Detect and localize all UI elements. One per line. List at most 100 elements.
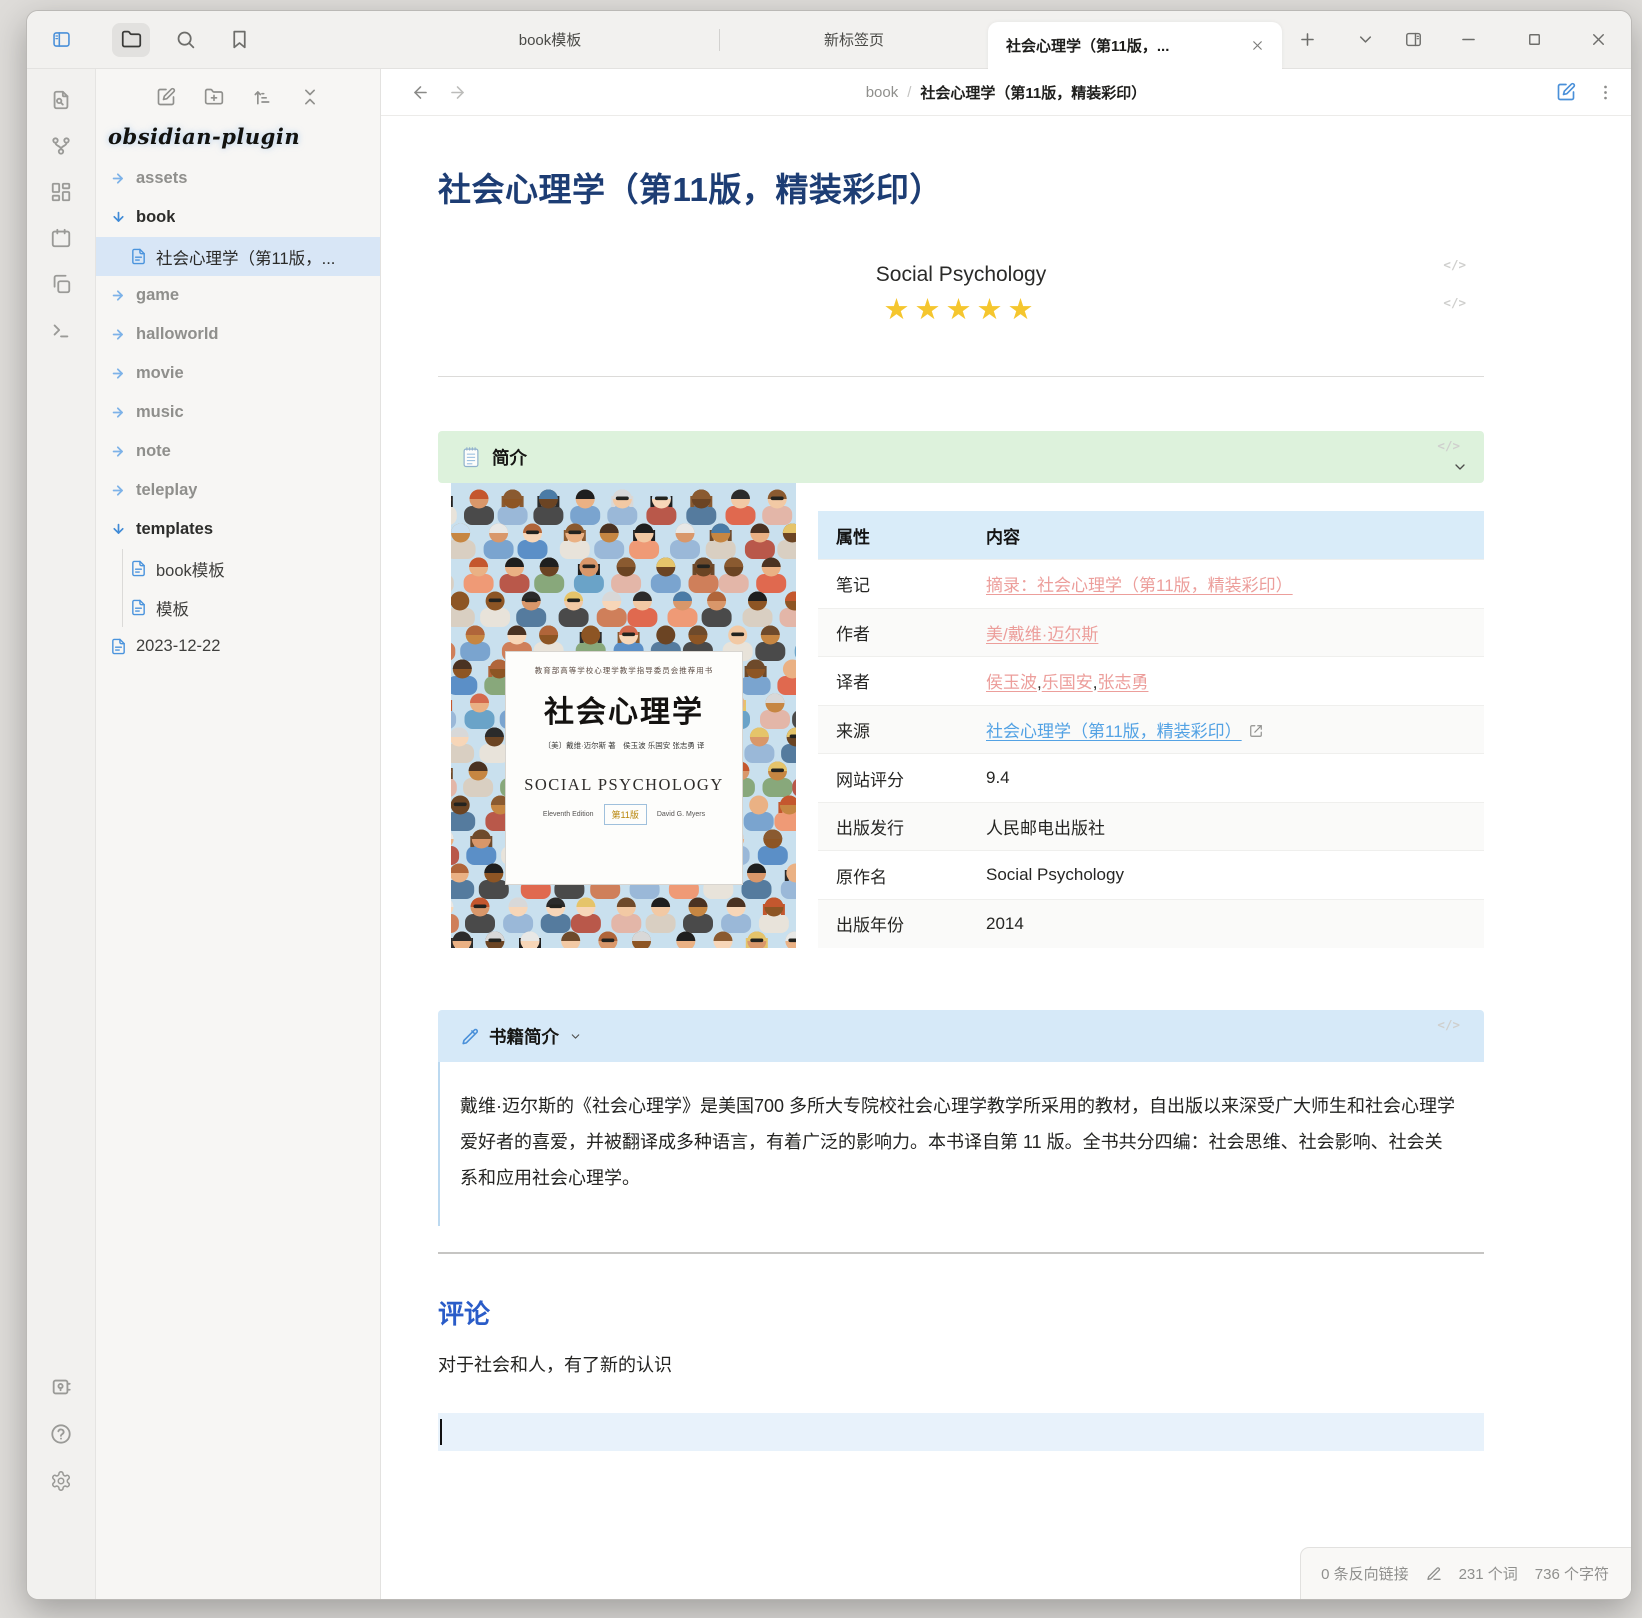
tree-item-file[interactable]: book模板	[96, 549, 380, 588]
new-folder-icon[interactable]	[194, 83, 234, 111]
file-explorer: obsidian-plugin assetsbook社会心理学（第11版，...…	[96, 69, 381, 1599]
table-row: 网站评分9.4	[818, 754, 1484, 803]
chevron-down-icon[interactable]	[569, 1030, 582, 1043]
search-icon[interactable]	[166, 23, 204, 57]
new-tab-icon[interactable]	[1288, 22, 1326, 56]
templates-icon[interactable]	[42, 261, 80, 307]
tree-item-folder[interactable]: game	[96, 276, 380, 315]
tree-item-folder[interactable]: assets	[96, 159, 380, 198]
property-label: 作者	[818, 608, 968, 657]
tree-item-folder[interactable]: movie	[96, 354, 380, 393]
folder-icon[interactable]	[112, 23, 150, 57]
cover-authors: 〔美〕戴维·迈尔斯 著 侯玉波 乐国安 张志勇 译	[506, 740, 742, 751]
cover-author-right: David G. Myers	[657, 811, 705, 818]
vault-switcher-icon[interactable]	[42, 1363, 80, 1410]
close-icon[interactable]	[1579, 22, 1617, 56]
edit-code-block-icon[interactable]: </>	[1437, 438, 1460, 453]
tab-label: 社会心理学（第11版，...	[1006, 35, 1244, 56]
collapse-all-icon[interactable]	[290, 83, 330, 111]
property-label: 来源	[818, 705, 968, 754]
terminal-icon[interactable]	[42, 307, 80, 353]
tab-new[interactable]: 新标签页	[720, 10, 988, 68]
help-icon[interactable]	[42, 1410, 80, 1457]
value-text: 2014	[986, 914, 1024, 933]
maximize-icon[interactable]	[1515, 22, 1553, 56]
toggle-left-sidebar-icon[interactable]	[43, 23, 81, 57]
external-link[interactable]: 社会心理学（第11版，精装彩印）	[986, 722, 1242, 741]
pencil-icon	[460, 1027, 479, 1046]
property-value: 侯玉波,乐国安,张志勇	[968, 657, 1484, 706]
internal-link[interactable]: 侯玉波	[986, 673, 1037, 692]
internal-link[interactable]: 张志勇	[1097, 673, 1148, 692]
divider	[438, 1252, 1484, 1254]
property-label: 出版年份	[818, 899, 968, 948]
tree-item-file[interactable]: 社会心理学（第11版，...	[96, 237, 380, 276]
cover-edition-badge: 第11版	[604, 804, 647, 825]
bookmark-icon[interactable]	[220, 23, 258, 57]
tree-item-folder[interactable]: teleplay	[96, 471, 380, 510]
tab-book-template[interactable]: book模板	[381, 10, 719, 68]
forward-icon[interactable]	[448, 83, 467, 102]
edit-code-block-icon[interactable]: </>	[1443, 257, 1466, 272]
vault-title[interactable]: obsidian-plugin	[108, 124, 380, 149]
minimize-icon[interactable]	[1449, 22, 1487, 56]
tree-item-label: templates	[136, 520, 213, 539]
toggle-right-sidebar-icon[interactable]	[1394, 22, 1432, 56]
internal-link[interactable]: 摘录：社会心理学（第11版，精装彩印）	[986, 576, 1293, 595]
tree-item-label: 模板	[156, 596, 189, 620]
edit-code-block-icon[interactable]: </>	[1437, 1017, 1460, 1032]
tree-item-file[interactable]: 模板	[96, 588, 380, 627]
back-icon[interactable]	[411, 83, 430, 102]
tab-list-chevron-icon[interactable]	[1346, 22, 1384, 56]
close-icon[interactable]	[1244, 33, 1270, 59]
tree-item-folder[interactable]: note	[96, 432, 380, 471]
more-options-icon[interactable]	[1596, 83, 1615, 102]
quick-switcher-icon[interactable]	[42, 77, 80, 123]
table-header: 属性	[818, 511, 968, 560]
book-intro-text: 戴维·迈尔斯的《社会心理学》是美国700 多所大专院校社会心理学教学所采用的教材…	[438, 1062, 1484, 1226]
status-bar: 0 条反向链接 231 个词 736 个字符	[1300, 1547, 1631, 1599]
word-count: 231 个词	[1459, 1563, 1518, 1584]
tree-item-label: 2023-12-22	[136, 637, 220, 656]
explorer-toolbar	[96, 83, 380, 111]
graph-view-icon[interactable]	[42, 123, 80, 169]
book-intro-callout-header[interactable]: 书籍简介 </>	[438, 1010, 1484, 1062]
breadcrumb-title[interactable]: 社会心理学（第11版，精装彩印）	[920, 82, 1146, 103]
file-tree: assetsbook社会心理学（第11版，...gamehalloworldmo…	[96, 159, 380, 1599]
new-note-icon[interactable]	[146, 83, 186, 111]
divider	[438, 376, 1484, 377]
tab-label: 新标签页	[824, 29, 884, 50]
external-link-icon	[1249, 724, 1263, 738]
editor-pane: book / 社会心理学（第11版，精装彩印） 社会心理学（第11版，精装彩印）…	[381, 69, 1631, 1599]
tab-active-note[interactable]: 社会心理学（第11版，...	[988, 22, 1282, 69]
tree-item-folder[interactable]: music	[96, 393, 380, 432]
sort-order-icon[interactable]	[242, 83, 282, 111]
internal-link[interactable]: 乐国安	[1042, 673, 1093, 692]
explorer-header	[96, 11, 381, 68]
tree-item-folder[interactable]: halloworld	[96, 315, 380, 354]
book-cover-card: 教育部高等学校心理学教学指导委员会推荐用书 社会心理学 〔美〕戴维·迈尔斯 著 …	[505, 651, 743, 885]
view-header: book / 社会心理学（第11版，精装彩印）	[381, 69, 1631, 116]
edit-code-block-icon[interactable]: </>	[1443, 295, 1466, 310]
table-row: 出版年份 2014	[818, 899, 1484, 948]
table-row: 笔记摘录：社会心理学（第11版，精装彩印）	[818, 560, 1484, 609]
edit-mode-icon[interactable]	[1556, 82, 1576, 102]
chevron-down-icon[interactable]	[1452, 459, 1468, 475]
tree-item-file[interactable]: 2023-12-22	[96, 627, 380, 666]
settings-icon[interactable]	[42, 1457, 80, 1504]
breadcrumb-folder[interactable]: book	[866, 84, 899, 101]
calendar-icon[interactable]	[42, 215, 80, 261]
backlinks-count[interactable]: 0 条反向链接	[1321, 1563, 1409, 1584]
property-value: 人民邮电出版社	[968, 802, 1484, 851]
arrow-down-icon	[110, 521, 127, 538]
arrow-right-icon	[110, 326, 127, 343]
tree-item-folder[interactable]: templates	[96, 510, 380, 549]
arrow-right-icon	[110, 170, 127, 187]
tree-item-folder[interactable]: book	[96, 198, 380, 237]
internal-link[interactable]: 美/戴维·迈尔斯	[986, 625, 1098, 644]
page-title: 社会心理学（第11版，精装彩印）	[438, 163, 1484, 211]
editor-active-line[interactable]	[438, 1413, 1484, 1451]
value-text: Social Psychology	[986, 865, 1124, 884]
intro-callout-header[interactable]: 简介 </>	[438, 431, 1484, 483]
canvas-icon[interactable]	[42, 169, 80, 215]
